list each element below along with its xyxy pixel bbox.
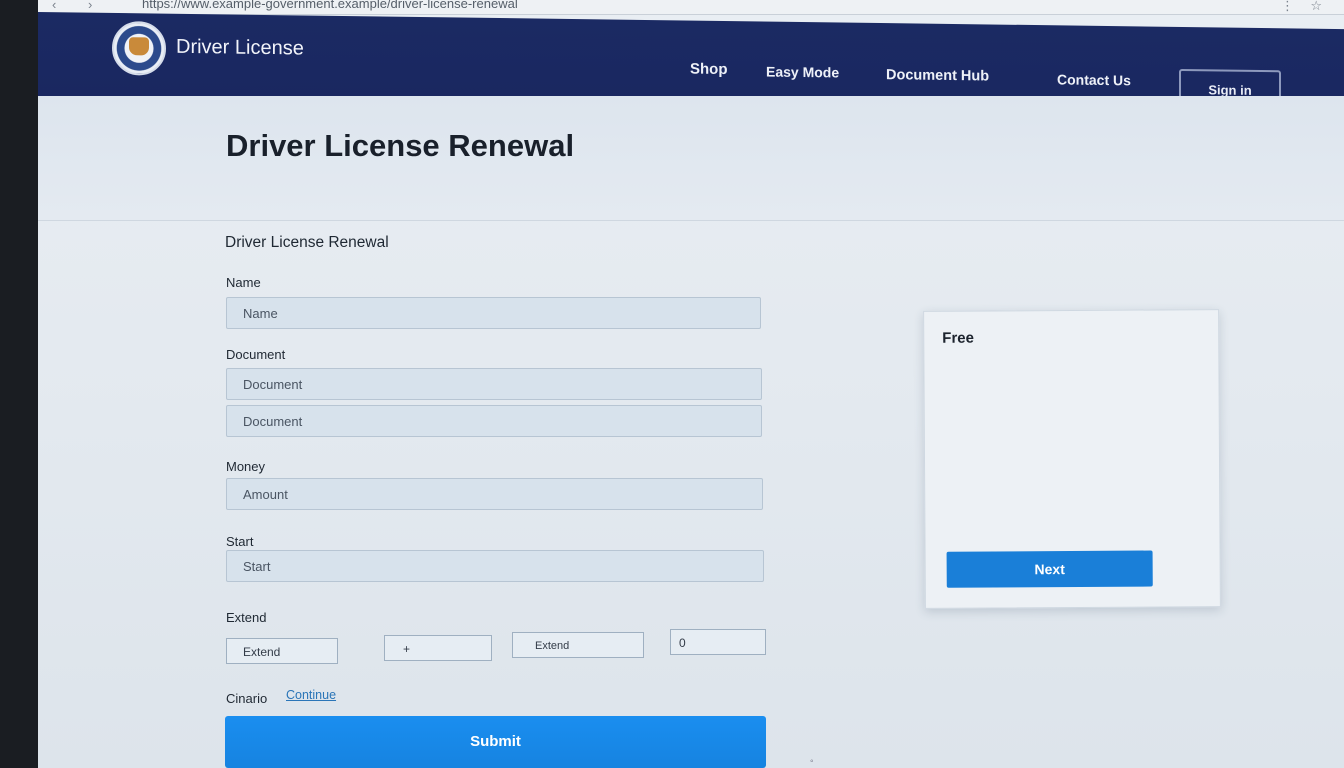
start-label: Start xyxy=(226,534,254,549)
name-label: Name xyxy=(226,275,261,290)
screen: ‹ › https://www.example-government.examp… xyxy=(38,0,1344,768)
document-input-2[interactable]: Document xyxy=(226,405,762,437)
address-bar[interactable]: https://www.example-government.example/d… xyxy=(142,0,1302,14)
nav-item-document-hub[interactable]: Document Hub xyxy=(886,67,989,84)
card-title: Free xyxy=(942,329,974,347)
nav-item-contact-us[interactable]: Contact Us xyxy=(1057,71,1131,88)
submit-button[interactable]: Submit xyxy=(225,716,766,768)
document-input-1[interactable]: Document xyxy=(226,368,762,400)
brand-name[interactable]: Driver License xyxy=(176,36,304,61)
bookmark-star-icon[interactable]: ☆ xyxy=(1310,0,1322,14)
info-card: Free Next xyxy=(923,309,1221,609)
cinario-label: Cinario xyxy=(226,691,268,706)
document-label: Document xyxy=(226,347,286,362)
extend-option[interactable]: Extend xyxy=(512,632,644,658)
money-label: Money xyxy=(226,459,266,474)
state-seal-logo[interactable] xyxy=(112,20,166,76)
extend-stepper[interactable]: + xyxy=(384,635,492,661)
browser-toolbar: ‹ › https://www.example-government.examp… xyxy=(38,0,1344,15)
back-forward-icons[interactable]: ‹ › xyxy=(52,0,106,12)
next-button[interactable]: Next xyxy=(946,550,1153,588)
extend-value-input[interactable]: 0 xyxy=(670,629,766,655)
continue-link[interactable]: Continue xyxy=(286,688,336,702)
form-intro: Driver License Renewal xyxy=(225,234,389,251)
card-paragraph-3 xyxy=(943,514,1205,516)
page-title: Driver License Renewal xyxy=(226,128,575,163)
money-input[interactable]: Amount xyxy=(226,478,763,510)
card-paragraph-1 xyxy=(942,358,1204,360)
name-input[interactable]: Name xyxy=(226,297,761,329)
menu-icon[interactable]: ⋮ xyxy=(1281,0,1294,14)
start-input[interactable]: Start xyxy=(226,550,764,582)
nav-item-shop[interactable]: Shop xyxy=(690,61,728,78)
extend-label: Extend xyxy=(226,610,267,625)
seal-emblem-icon xyxy=(129,37,149,56)
mouse-cursor-icon: ◦ xyxy=(810,756,814,767)
extend-select[interactable]: Extend xyxy=(226,638,338,664)
card-paragraph-2 xyxy=(943,436,1205,438)
nav-item-easy-mode[interactable]: Easy Mode xyxy=(766,64,839,81)
